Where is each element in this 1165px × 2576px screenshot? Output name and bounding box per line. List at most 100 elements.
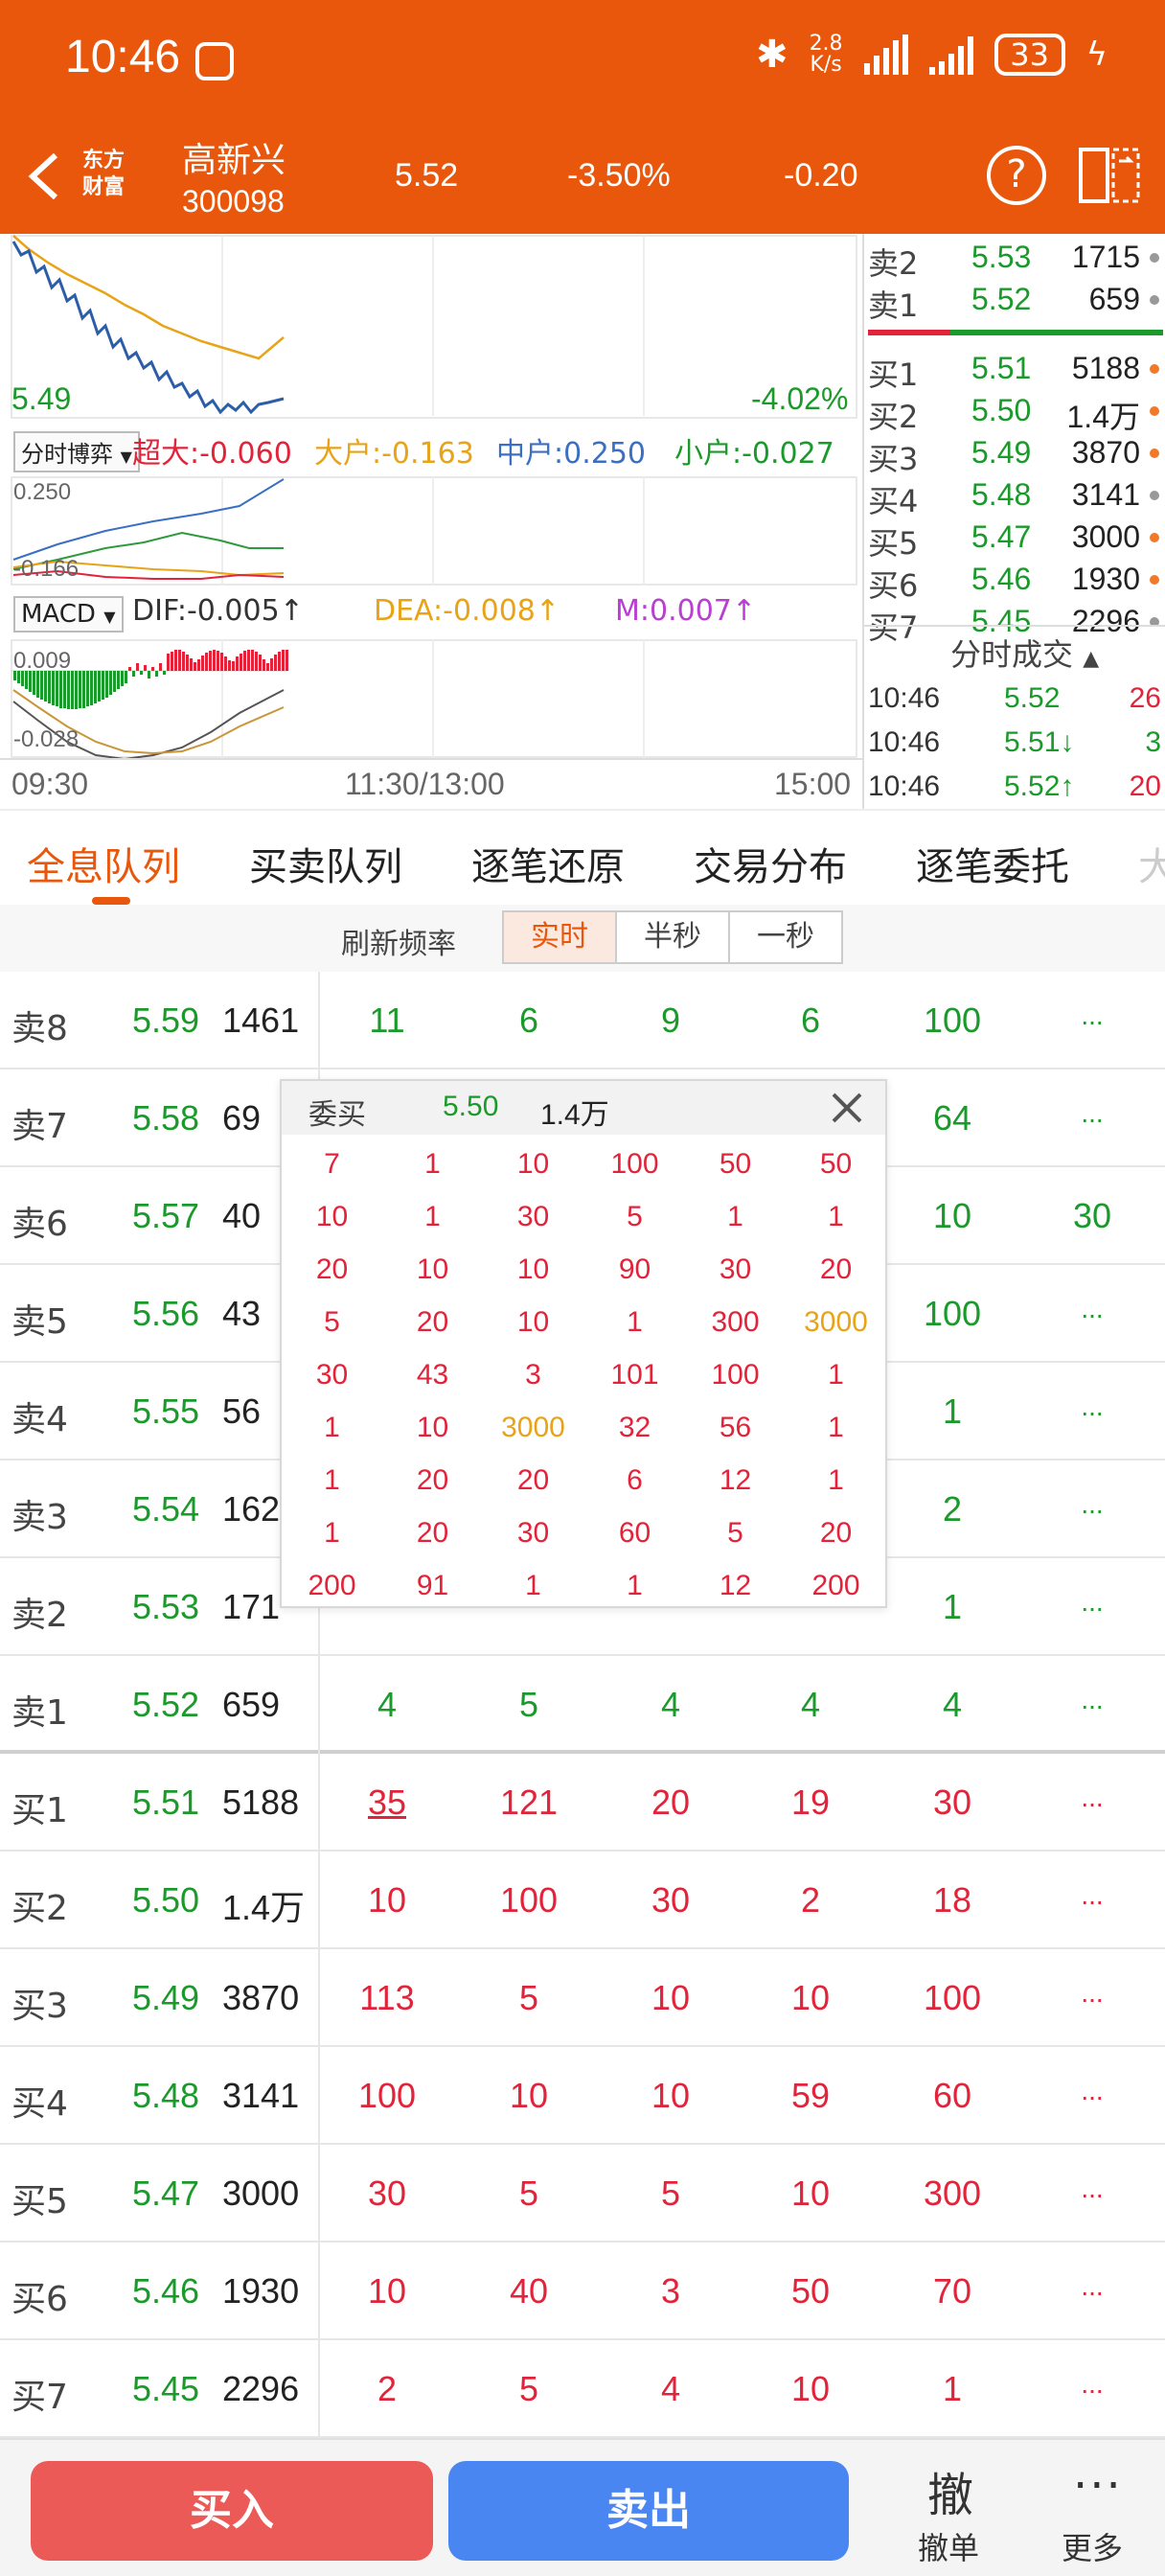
- ticks-title[interactable]: 分时成交 ▲: [950, 631, 1099, 675]
- book-row-sells[interactable]: 卖2 5.53 1715: [864, 236, 1165, 282]
- queue-cell[interactable]: 10: [330, 2271, 445, 2312]
- queue-cell[interactable]: 100: [330, 2076, 445, 2116]
- queue-cell[interactable]: 10: [471, 2076, 586, 2116]
- queue-cell[interactable]: 1: [895, 1587, 1010, 1627]
- queue-cell[interactable]: 35: [330, 1782, 445, 1823]
- queue-cell[interactable]: 2: [330, 2369, 445, 2409]
- book-row-buys[interactable]: 买1 5.51 5188: [864, 347, 1165, 393]
- queue-cell[interactable]: 10: [613, 2076, 728, 2116]
- queue-row[interactable]: 买2 5.50 1.4万 10 100 30 2 18...: [0, 1852, 1165, 1949]
- book-row-buys[interactable]: 买4 5.48 3141: [864, 473, 1165, 519]
- queue-cell[interactable]: 5: [471, 1978, 586, 2018]
- queue-cell[interactable]: 1: [895, 1392, 1010, 1432]
- queue-cell[interactable]: 11: [330, 1000, 445, 1041]
- queue-cell[interactable]: 3: [613, 2271, 728, 2312]
- queue-cell[interactable]: 30: [330, 2174, 445, 2214]
- queue-cell[interactable]: 59: [753, 2076, 868, 2116]
- help-icon[interactable]: ?: [987, 146, 1046, 205]
- queue-cell[interactable]: 70: [895, 2271, 1010, 2312]
- back-arrow-icon[interactable]: [21, 148, 71, 205]
- queue-cell[interactable]: 4: [613, 2369, 728, 2409]
- queue-cell[interactable]: 1: [895, 2369, 1010, 2409]
- queue-cell[interactable]: ...: [1035, 1587, 1150, 1618]
- tab-0[interactable]: 全息队列: [27, 836, 180, 891]
- refresh-option-one-second[interactable]: 一秒: [728, 910, 843, 964]
- queue-cell[interactable]: 4: [895, 1685, 1010, 1725]
- queue-cell[interactable]: 2: [753, 1880, 868, 1920]
- book-row-buys[interactable]: 买2 5.50 1.4万: [864, 389, 1165, 435]
- intraday-chart-area[interactable]: 5.49 -4.02% 分时博弈 ▼ 超大:-0.060 大户:-0.163 中…: [0, 234, 862, 809]
- queue-cell[interactable]: ...: [1035, 1978, 1150, 2009]
- queue-cell[interactable]: 5: [471, 2369, 586, 2409]
- queue-cell[interactable]: 4: [330, 1685, 445, 1725]
- queue-row[interactable]: 卖1 5.52 659 4 5 4 4 4...: [0, 1656, 1165, 1754]
- queue-cell[interactable]: 100: [895, 1000, 1010, 1041]
- refresh-option-realtime[interactable]: 实时: [502, 910, 617, 964]
- queue-cell[interactable]: 10: [753, 1978, 868, 2018]
- queue-cell[interactable]: ...: [1035, 2076, 1150, 2106]
- queue-cell[interactable]: 10: [613, 1978, 728, 2018]
- popup-grid[interactable]: 7 1 10 100 50 50 10 1 30 5 1 1 20 10 10 90 30 20 5 20 10 1 300…: [282, 1135, 885, 1606]
- queue-cell[interactable]: 10: [895, 1196, 1010, 1236]
- queue-cell[interactable]: 113: [330, 1978, 445, 2018]
- queue-cell[interactable]: ...: [1035, 1880, 1150, 1911]
- queue-cell[interactable]: ...: [1035, 1098, 1150, 1129]
- queue-cell[interactable]: 4: [613, 1685, 728, 1725]
- queue-cell[interactable]: 100: [471, 1880, 586, 1920]
- queue-cell[interactable]: 18: [895, 1880, 1010, 1920]
- queue-row[interactable]: 买5 5.47 3000 30 5 5 10 300...: [0, 2145, 1165, 2242]
- queue-cell[interactable]: ...: [1035, 2369, 1150, 2400]
- queue-cell[interactable]: ...: [1035, 1000, 1150, 1031]
- queue-cell[interactable]: 6: [753, 1000, 868, 1041]
- queue-row[interactable]: 卖8 5.59 1461 11 6 9 6 100...: [0, 972, 1165, 1070]
- queue-cell[interactable]: ...: [1035, 1392, 1150, 1422]
- queue-cell[interactable]: ...: [1035, 1294, 1150, 1324]
- queue-cell[interactable]: 10: [753, 2369, 868, 2409]
- sell-button[interactable]: 卖出: [448, 2461, 849, 2561]
- tab-1[interactable]: 买卖队列: [249, 836, 402, 891]
- queue-cell[interactable]: 64: [895, 1098, 1010, 1138]
- buy-button[interactable]: 买入: [31, 2461, 433, 2561]
- indicator-selector[interactable]: 分时博弈 ▼: [13, 431, 140, 472]
- close-icon[interactable]: [826, 1087, 868, 1129]
- book-row-buys[interactable]: 买5 5.47 3000: [864, 516, 1165, 562]
- queue-row[interactable]: 买1 5.51 5188 35 121 20 19 30...: [0, 1754, 1165, 1852]
- queue-cell[interactable]: 2: [895, 1489, 1010, 1530]
- queue-cell[interactable]: 10: [330, 1880, 445, 1920]
- queue-cell[interactable]: 6: [471, 1000, 586, 1041]
- queue-cell[interactable]: 4: [753, 1685, 868, 1725]
- queue-cell[interactable]: 9: [613, 1000, 728, 1041]
- queue-cell[interactable]: ...: [1035, 1782, 1150, 1813]
- book-row-sells[interactable]: 卖1 5.52 659: [864, 278, 1165, 324]
- queue-cell[interactable]: 19: [753, 1782, 868, 1823]
- queue-cell[interactable]: 5: [471, 1685, 586, 1725]
- queue-cell[interactable]: ...: [1035, 1489, 1150, 1520]
- queue-cell[interactable]: 30: [613, 1880, 728, 1920]
- queue-cell[interactable]: 100: [895, 1294, 1010, 1334]
- queue-row[interactable]: 买3 5.49 3870 113 5 10 10 100...: [0, 1949, 1165, 2047]
- queue-row[interactable]: 买7 5.45 2296 2 5 4 10 1...: [0, 2340, 1165, 2438]
- queue-cell[interactable]: 121: [471, 1782, 586, 1823]
- queue-row[interactable]: 买4 5.48 3141 100 10 10 59 60...: [0, 2047, 1165, 2145]
- book-row-buys[interactable]: 买6 5.46 1930: [864, 558, 1165, 604]
- queue-cell[interactable]: 20: [613, 1782, 728, 1823]
- tab-5[interactable]: 大: [1138, 836, 1165, 891]
- queue-cell[interactable]: 40: [471, 2271, 586, 2312]
- queue-cell[interactable]: 30: [895, 1782, 1010, 1823]
- tab-2[interactable]: 逐笔还原: [471, 836, 625, 891]
- queue-cell[interactable]: ...: [1035, 2174, 1150, 2204]
- queue-cell[interactable]: 300: [895, 2174, 1010, 2214]
- queue-row[interactable]: 买6 5.46 1930 10 40 3 50 70...: [0, 2242, 1165, 2340]
- macd-selector[interactable]: MACD ▼: [13, 596, 124, 632]
- tab-4[interactable]: 逐笔委托: [916, 836, 1069, 891]
- tab-3[interactable]: 交易分布: [694, 836, 847, 891]
- queue-cell[interactable]: ...: [1035, 2271, 1150, 2302]
- queue-cell[interactable]: 10: [753, 2174, 868, 2214]
- refresh-option-half-second[interactable]: 半秒: [615, 910, 730, 964]
- book-row-buys[interactable]: 买3 5.49 3870: [864, 431, 1165, 477]
- queue-cell[interactable]: 5: [471, 2174, 586, 2214]
- queue-cell[interactable]: ...: [1035, 1685, 1150, 1715]
- queue-cell[interactable]: 50: [753, 2271, 868, 2312]
- queue-cell[interactable]: 30: [1035, 1196, 1150, 1236]
- queue-cell[interactable]: 60: [895, 2076, 1010, 2116]
